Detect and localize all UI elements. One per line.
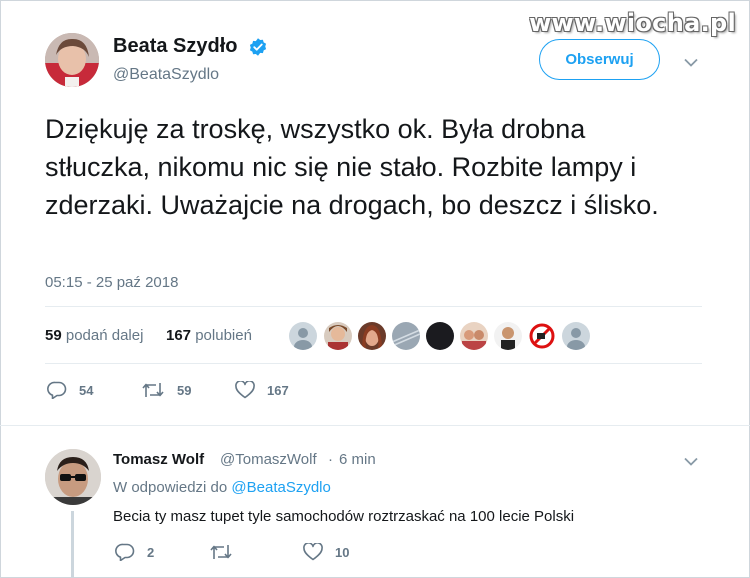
divider xyxy=(45,363,702,364)
reply-time[interactable]: 6 min xyxy=(339,451,376,468)
liker-avatar[interactable] xyxy=(358,322,386,350)
liker-avatar[interactable] xyxy=(426,322,454,350)
reply-prefix: W odpowiedzi do xyxy=(113,479,228,496)
like-action[interactable]: 167 xyxy=(235,381,289,399)
reply-like-action[interactable]: 10 xyxy=(303,543,349,561)
liker-avatar[interactable] xyxy=(289,322,317,350)
liker-avatar[interactable] xyxy=(528,322,556,350)
reply-like-count: 10 xyxy=(335,544,350,560)
reply-author-name[interactable]: Tomasz Wolf xyxy=(113,451,204,468)
author-avatar[interactable] xyxy=(45,33,99,87)
retweet-count: 59 xyxy=(177,382,192,398)
reply-icon xyxy=(115,543,135,561)
reply-icon xyxy=(47,381,67,399)
author-name[interactable]: Beata Szydło xyxy=(113,35,237,58)
divider xyxy=(45,306,702,307)
chevron-down-icon[interactable] xyxy=(684,457,698,466)
retweet-icon xyxy=(142,383,164,397)
reply-text: Becia ty masz tupet tyle samochodów rozt… xyxy=(113,508,575,525)
like-count: 167 xyxy=(267,382,289,398)
likes-label: polubień xyxy=(195,327,252,344)
likes-stat[interactable]: 167 polubień xyxy=(166,327,252,344)
reply-retweet-action[interactable] xyxy=(209,543,245,561)
reply-action[interactable]: 54 xyxy=(47,381,93,399)
heart-icon xyxy=(235,381,255,399)
liker-avatar[interactable] xyxy=(494,322,522,350)
liker-avatar[interactable] xyxy=(460,322,488,350)
reply-to-link[interactable]: @BeataSzydlo xyxy=(231,479,330,496)
author-handle[interactable]: @BeataSzydlo xyxy=(113,66,219,84)
divider xyxy=(0,425,750,426)
likes-count: 167 xyxy=(166,327,192,344)
follow-button[interactable]: Obserwuj xyxy=(539,39,660,80)
reply-reply-action[interactable]: 2 xyxy=(115,543,154,561)
retweets-count: 59 xyxy=(45,327,62,344)
reply-reply-count: 2 xyxy=(147,544,155,560)
reply-context: W odpowiedzi do @BeataSzydlo xyxy=(113,479,331,496)
thread-line xyxy=(71,511,74,578)
retweets-label: podań dalej xyxy=(65,327,144,344)
liker-avatar[interactable] xyxy=(324,322,352,350)
reply-author-avatar[interactable] xyxy=(45,449,101,505)
watermark: www.wiocha.pl xyxy=(529,9,736,37)
reply-separator: · xyxy=(328,451,333,468)
tweet-text: Dziękuję za troskę, wszystko ok. Była dr… xyxy=(45,114,659,220)
heart-icon xyxy=(303,543,323,561)
retweet-icon xyxy=(210,545,232,559)
liker-avatar[interactable] xyxy=(562,322,590,350)
verified-badge-icon xyxy=(249,38,267,56)
reply-author-handle[interactable]: @TomaszWolf xyxy=(220,451,317,468)
tweet-timestamp[interactable]: 05:15 - 25 paź 2018 xyxy=(45,274,178,291)
liker-avatar[interactable] xyxy=(392,322,420,350)
retweets-stat[interactable]: 59 podań dalej xyxy=(45,327,143,344)
chevron-down-icon[interactable] xyxy=(684,58,698,67)
retweet-action[interactable]: 59 xyxy=(141,381,191,399)
reply-count: 54 xyxy=(79,382,94,398)
